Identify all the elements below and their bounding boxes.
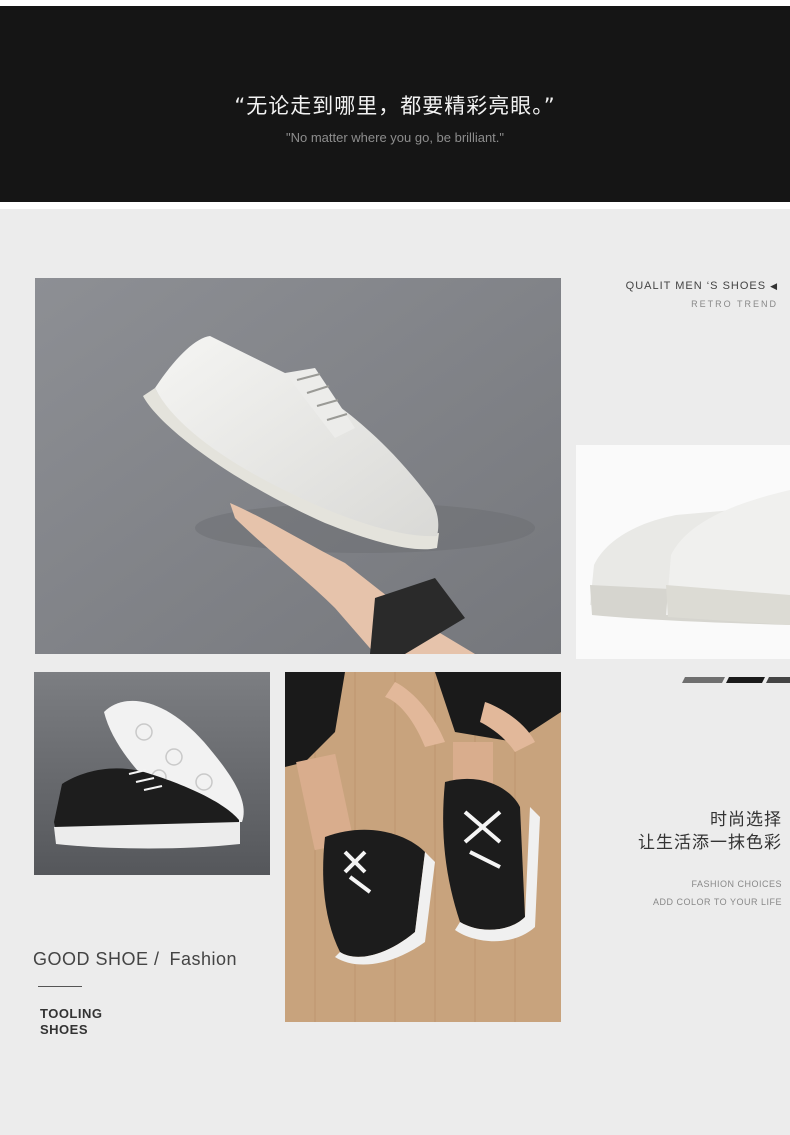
product-showcase: QUALIT MEN ‘S SHOES ◀ RETRO TREND 时尚选择 让生… — [0, 209, 790, 1135]
en-line-1: FASHION CHOICES — [691, 879, 782, 889]
retro-trend-subtitle: RETRO TREND — [691, 299, 778, 309]
tooling-line: TOOLING — [40, 1006, 103, 1021]
cn-line-1: 时尚选择 — [710, 810, 782, 830]
white-sneaker-in-hand-photo — [35, 278, 561, 654]
triangle-left-icon: ◀ — [770, 281, 778, 291]
banner-quote-english: "No matter where you go, be brilliant." — [285, 130, 505, 145]
fashion-choice-english: FASHION CHOICES ADD COLOR TO YOUR LIFE — [653, 875, 782, 911]
cn-line-2: 让生活添一抹色彩 — [638, 833, 782, 853]
black-sneaker-sole-photo — [34, 672, 270, 875]
shoes-line: SHOES — [40, 1022, 89, 1037]
black-sneakers-on-feet-photo — [285, 672, 561, 1022]
banner-quote-chinese: “无论走到哪里，都要精彩亮眼。” — [234, 94, 556, 118]
good-shoe-label: GOOD SHOE / — [33, 949, 160, 969]
caption-divider — [38, 986, 82, 987]
fashion-choice-chinese: 时尚选择 让生活添一抹色彩 — [638, 809, 782, 855]
fashion-label: Fashion — [169, 949, 238, 969]
quality-shoes-label: QUALIT MEN ‘S SHOES — [625, 280, 767, 292]
en-line-2: ADD COLOR TO YOUR LIFE — [652, 897, 782, 907]
good-shoe-caption: GOOD SHOE / Fashion — [33, 949, 237, 970]
quote-banner: “无论走到哪里，都要精彩亮眼。” "No matter where you go… — [0, 6, 790, 202]
white-sneaker-closeup-photo — [576, 445, 790, 659]
tooling-shoes-label: TOOLING SHOES — [40, 1006, 102, 1038]
decorative-stripes — [682, 677, 790, 683]
quality-shoes-title: QUALIT MEN ‘S SHOES ◀ — [626, 280, 778, 292]
